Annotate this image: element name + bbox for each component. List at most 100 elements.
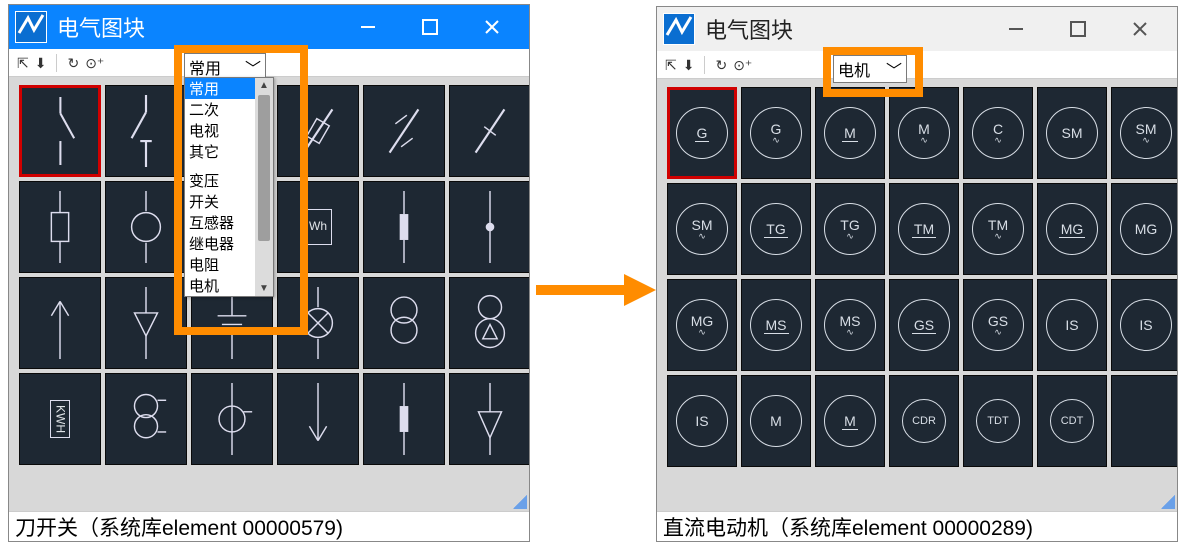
symbol-cell[interactable]: M: [815, 87, 885, 179]
collapse-icon[interactable]: ⬇: [683, 58, 695, 72]
symbol-cell[interactable]: M: [741, 375, 811, 467]
motor-symbol: SM: [1046, 107, 1098, 159]
symbol-grid-area-right: GG∿MM∿C∿SMSM∿SM∿TGTG∿TMTM∿MGMGMG∿MSMS∿GS…: [657, 79, 1177, 511]
titlebar-left[interactable]: 电气图块: [9, 5, 529, 49]
symbol-cell[interactable]: [105, 373, 187, 465]
symbol-cell[interactable]: CDT: [1037, 375, 1107, 467]
symbol-cell[interactable]: IS: [667, 375, 737, 467]
category-dropdown-list[interactable]: 常用 二次 电视 其它 变压 开关 互感器 继电器 电阻 电机 ▲ ▼: [184, 77, 274, 297]
motor-symbol: M∿: [898, 107, 950, 159]
symbol-cell[interactable]: [19, 277, 101, 369]
symbol-cell[interactable]: [277, 373, 359, 465]
symbol-cell[interactable]: [363, 277, 445, 369]
app-icon: [663, 13, 695, 45]
symbol-cell[interactable]: C∿: [963, 87, 1033, 179]
symbol-cell[interactable]: MG: [1111, 183, 1177, 275]
dropdown-option[interactable]: 常用: [185, 78, 255, 99]
symbol-cell[interactable]: G: [667, 87, 737, 179]
titlebar-right[interactable]: 电气图块: [657, 7, 1177, 51]
symbol-cell[interactable]: MG∿: [667, 279, 737, 371]
symbol-cell[interactable]: [191, 373, 273, 465]
symbol-cell[interactable]: SM: [1037, 87, 1107, 179]
symbol-cell[interactable]: MS: [741, 279, 811, 371]
pin-icon[interactable]: ⇱: [665, 58, 677, 72]
pin-icon[interactable]: ⇱: [17, 56, 29, 70]
symbol-cell[interactable]: M∿: [889, 87, 959, 179]
statusbar-left: 刀开关（系统库element 00000579): [9, 511, 529, 541]
motor-symbol: MS: [750, 299, 802, 351]
motor-symbol: MG: [1046, 203, 1098, 255]
motor-symbol: G∿: [750, 107, 802, 159]
symbol-cell[interactable]: G∿: [741, 87, 811, 179]
dropdown-option[interactable]: 电阻: [185, 254, 255, 275]
scroll-thumb[interactable]: [258, 95, 270, 241]
dropdown-option[interactable]: 电视: [185, 120, 255, 141]
dropdown-option[interactable]: 互感器: [185, 212, 255, 233]
symbol-cell[interactable]: [363, 85, 445, 177]
dropdown-option[interactable]: 继电器: [185, 233, 255, 254]
minimize-button[interactable]: [985, 7, 1047, 51]
symbol-cell[interactable]: IS: [1037, 279, 1107, 371]
symbol-cell[interactable]: [449, 181, 529, 273]
symbol-cell[interactable]: MS∿: [815, 279, 885, 371]
minimize-button[interactable]: [337, 5, 399, 49]
dropdown-option[interactable]: 二次: [185, 99, 255, 120]
motor-symbol: TM: [898, 203, 950, 255]
symbol-cell[interactable]: TG∿: [815, 183, 885, 275]
symbol-cell[interactable]: [363, 181, 445, 273]
symbol-cell[interactable]: TG: [741, 183, 811, 275]
resize-grip[interactable]: [513, 495, 527, 509]
category-select-right[interactable]: 电机 ﹀: [833, 55, 907, 83]
refresh-icon[interactable]: ↻: [715, 58, 727, 72]
maximize-button[interactable]: [1047, 7, 1109, 51]
symbol-cell[interactable]: Wh: [277, 181, 359, 273]
motor-symbol: IS: [676, 395, 728, 447]
symbol-cell[interactable]: CDR: [889, 375, 959, 467]
zoom-icon[interactable]: ⊙⁺: [733, 58, 752, 72]
collapse-icon[interactable]: ⬇: [35, 56, 47, 70]
resize-grip[interactable]: [1161, 495, 1175, 509]
motor-symbol: MS∿: [824, 299, 876, 351]
close-button[interactable]: [461, 5, 523, 49]
symbol-cell[interactable]: SM∿: [667, 183, 737, 275]
symbol-cell[interactable]: TDT: [963, 375, 1033, 467]
dropdown-option[interactable]: 开关: [185, 191, 255, 212]
refresh-icon[interactable]: ↻: [67, 56, 79, 70]
motor-symbol: IS: [1046, 299, 1098, 351]
dropdown-option[interactable]: 变压: [185, 170, 255, 191]
symbol-cell[interactable]: [449, 373, 529, 465]
maximize-button[interactable]: [399, 5, 461, 49]
symbol-cell[interactable]: [277, 277, 359, 369]
symbol-cell[interactable]: [19, 85, 101, 177]
motor-symbol: M: [750, 395, 802, 447]
symbol-cell[interactable]: GS: [889, 279, 959, 371]
symbol-cell[interactable]: [449, 277, 529, 369]
symbol-cell[interactable]: M: [815, 375, 885, 467]
scroll-down-icon[interactable]: ▼: [259, 281, 269, 296]
symbol-cell[interactable]: [1111, 375, 1177, 467]
symbol-cell[interactable]: KWH: [19, 373, 101, 465]
symbol-cell[interactable]: [105, 181, 187, 273]
motor-symbol: TM∿: [972, 203, 1024, 255]
close-button[interactable]: [1109, 7, 1171, 51]
symbol-cell[interactable]: [449, 85, 529, 177]
symbol-cell[interactable]: [277, 85, 359, 177]
symbol-cell[interactable]: IS: [1111, 279, 1177, 371]
symbol-cell[interactable]: [363, 373, 445, 465]
symbol-cell[interactable]: MG: [1037, 183, 1107, 275]
symbol-cell[interactable]: GS∿: [963, 279, 1033, 371]
symbol-cell[interactable]: [105, 85, 187, 177]
symbol-cell[interactable]: [19, 181, 101, 273]
symbol-cell[interactable]: TM: [889, 183, 959, 275]
zoom-icon[interactable]: ⊙⁺: [85, 56, 104, 70]
symbol-cell[interactable]: [105, 277, 187, 369]
statusbar-right: 直流电动机（系统库element 00000289): [657, 511, 1177, 541]
window-controls: [337, 5, 523, 49]
dropdown-option[interactable]: 其它: [185, 141, 255, 162]
dropdown-scrollbar[interactable]: ▲ ▼: [255, 78, 273, 296]
symbol-cell[interactable]: TM∿: [963, 183, 1033, 275]
scroll-up-icon[interactable]: ▲: [259, 78, 269, 93]
dropdown-option[interactable]: 电机: [185, 275, 255, 296]
symbol-cell[interactable]: SM∿: [1111, 87, 1177, 179]
window-title: 电气图块: [701, 13, 979, 45]
